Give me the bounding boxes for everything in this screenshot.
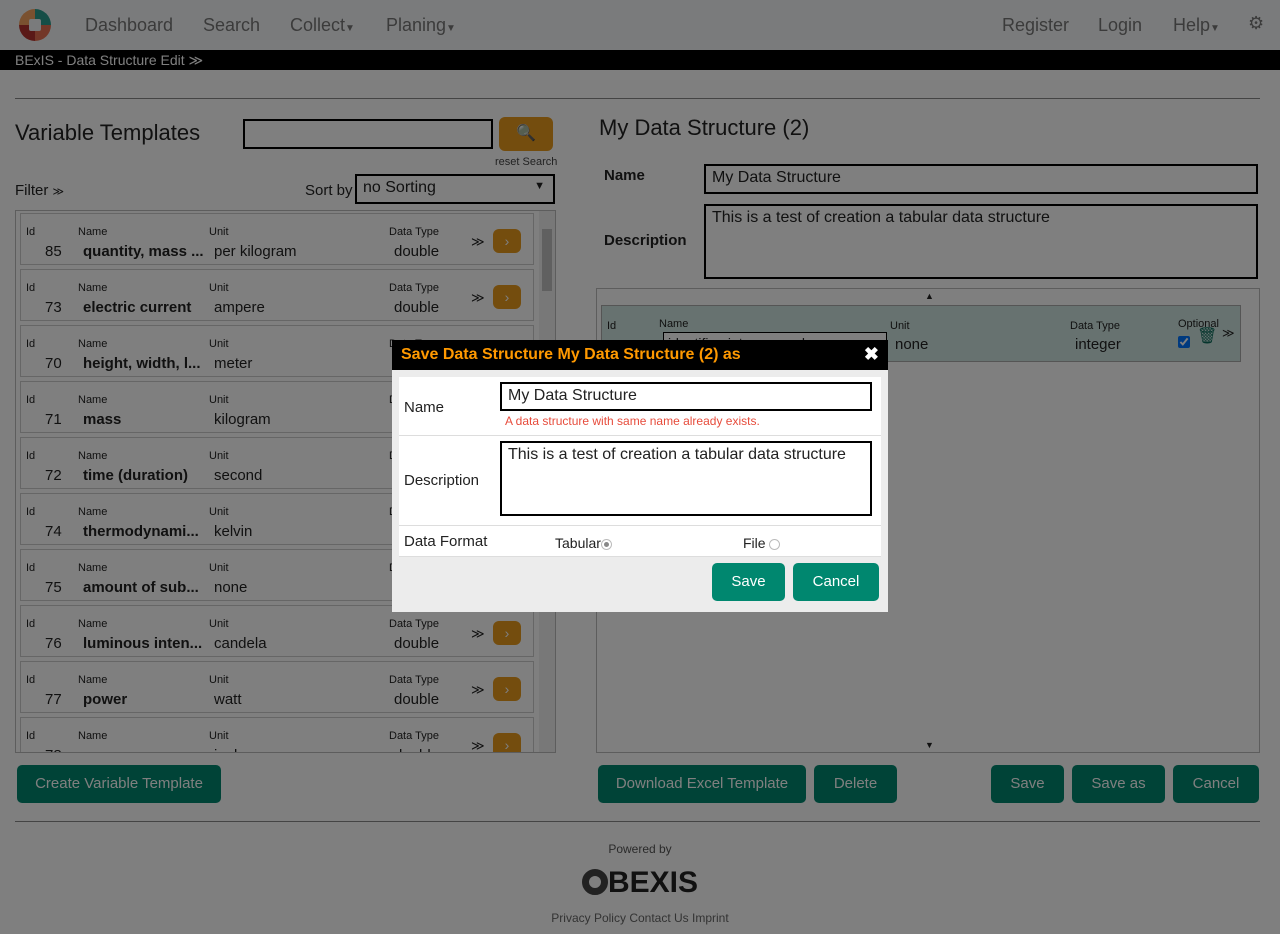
tabular-label: Tabular (555, 535, 601, 551)
dialog-cancel-button[interactable]: Cancel (793, 563, 879, 601)
name-error-message: A data structure with same name already … (505, 414, 760, 428)
data-format-label: Data Format (404, 533, 488, 550)
dialog-description-textarea[interactable]: This is a test of creation a tabular dat… (500, 441, 872, 516)
dialog-description-row: Description This is a test of creation a… (399, 436, 881, 526)
dialog-title: Save Data Structure My Data Structure (2… (401, 346, 741, 363)
file-label: File (743, 535, 766, 551)
dialog-header: Save Data Structure My Data Structure (2… (392, 340, 888, 370)
dialog-save-button[interactable]: Save (712, 563, 785, 601)
dialog-description-label: Description (404, 472, 480, 489)
tabular-radio[interactable] (600, 538, 612, 550)
close-icon[interactable]: ✖ (864, 344, 879, 365)
dialog-format-row: Data Format Tabular File (399, 526, 881, 557)
file-option[interactable]: File (743, 535, 781, 551)
dialog-name-row: Name My Data Structure A data structure … (399, 377, 881, 436)
save-as-dialog: Save Data Structure My Data Structure (2… (392, 340, 888, 612)
dialog-name-label: Name (404, 399, 445, 416)
tabular-option[interactable]: Tabular (555, 535, 612, 551)
file-radio[interactable] (769, 538, 781, 550)
dialog-name-input[interactable]: My Data Structure (500, 382, 872, 411)
